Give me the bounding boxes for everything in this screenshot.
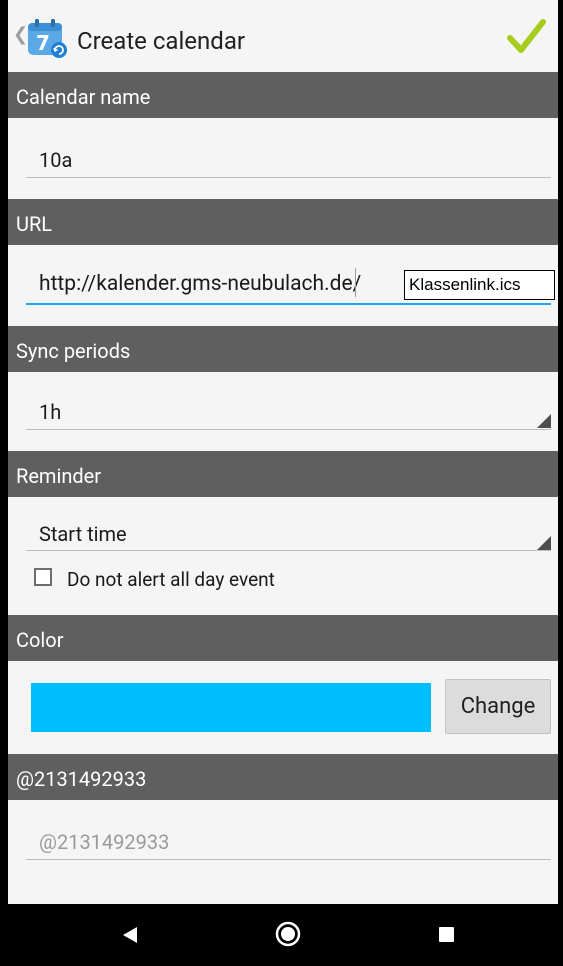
home-circle-icon[interactable] — [275, 921, 301, 947]
url-underline — [26, 303, 551, 305]
text-cursor — [355, 268, 356, 297]
section-header-url: URL — [8, 199, 558, 245]
calendar-name-underline — [26, 177, 551, 178]
reminder-select[interactable]: Start time — [39, 522, 127, 546]
left-edge — [0, 0, 8, 966]
sync-underline — [26, 429, 551, 430]
dropdown-triangle-icon[interactable] — [537, 536, 551, 550]
create-calendar-screen: ❮ 7 Create calendar Calendar name 10a UR… — [8, 0, 558, 904]
change-color-button[interactable]: Change — [445, 679, 551, 734]
action-bar: ❮ 7 Create calendar — [8, 0, 558, 72]
extra-underline — [26, 859, 551, 860]
section-header-reminder: Reminder — [8, 451, 558, 497]
calendar-name-field[interactable]: 10a — [39, 148, 72, 172]
all-day-checkbox-label[interactable]: Do not alert all day event — [67, 568, 275, 591]
recents-square-icon[interactable] — [439, 927, 454, 942]
calendar-app-icon[interactable]: 7 — [26, 17, 68, 59]
reminder-underline — [26, 550, 551, 551]
back-triangle-icon[interactable] — [123, 927, 137, 943]
url-field[interactable]: http://kalender.gms-neubulach.de/ — [39, 272, 361, 296]
check-icon[interactable] — [506, 17, 546, 57]
svg-text:7: 7 — [36, 31, 50, 55]
section-header-extra: @2131492933 — [8, 754, 558, 800]
color-swatch — [31, 683, 431, 732]
all-day-checkbox[interactable] — [34, 568, 52, 586]
url-suffix-tooltip: Klassenlink.ics — [404, 270, 555, 300]
section-header-calendar-name: Calendar name — [8, 72, 558, 118]
device-frame: ❮ 7 Create calendar Calendar name 10a UR… — [0, 0, 563, 966]
right-edge — [558, 0, 563, 966]
system-navigation-bar — [8, 904, 558, 966]
dropdown-triangle-icon[interactable] — [537, 414, 551, 428]
section-header-sync-periods: Sync periods — [8, 326, 558, 372]
sync-period-select[interactable]: 1h — [39, 400, 61, 424]
section-header-color: Color — [8, 615, 558, 661]
extra-input[interactable]: @2131492933 — [39, 830, 169, 854]
page-title: Create calendar — [77, 27, 245, 55]
